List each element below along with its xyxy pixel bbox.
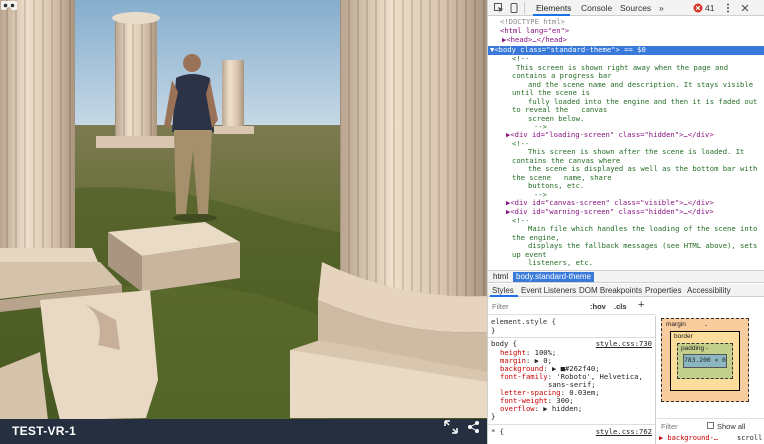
more-options-icon[interactable]: [723, 3, 733, 13]
styles-filter-input[interactable]: Filter: [492, 302, 509, 311]
dom-line[interactable]: to reveal the canvas: [512, 105, 607, 114]
error-count: 41: [705, 3, 715, 13]
dom-line[interactable]: Main file which handles the loading of t…: [528, 224, 757, 233]
dom-line[interactable]: <!--: [512, 54, 529, 63]
styles-subtabs: Styles Event Listeners DOM Breakpoints P…: [488, 284, 764, 297]
computed-filter-input[interactable]: Filter: [661, 422, 678, 431]
devtools-tabbar: Elements Console Sources » 41: [488, 0, 764, 16]
bottom-bar: TEST-VR-1: [0, 419, 487, 444]
dom-line[interactable]: displays the fallback messages (see HTML…: [528, 241, 757, 250]
dom-line[interactable]: ▶<head>…</head>: [502, 35, 567, 44]
tab-dom-breakpoints[interactable]: DOM Breakpoints: [579, 286, 642, 295]
styles-filter-row: Filter :hov .cls +: [488, 298, 656, 315]
show-all-label: Show all: [717, 422, 746, 431]
show-all-checkbox[interactable]: [707, 422, 714, 429]
element-style-selector[interactable]: element.style {: [491, 317, 556, 326]
tab-sources[interactable]: Sources: [620, 3, 651, 13]
computed-filter-row: Filter Show all: [657, 418, 764, 432]
error-icon[interactable]: [693, 3, 703, 13]
breadcrumb-body[interactable]: body.standard-theme: [513, 272, 595, 282]
breadcrumb: html body.standard-theme: [488, 270, 764, 283]
dom-line[interactable]: <!--: [512, 216, 529, 225]
dom-line-body[interactable]: ▼<body class="standard-theme"> == $0: [490, 45, 646, 54]
dom-line[interactable]: until the scene is: [512, 88, 590, 97]
inspect-element-icon[interactable]: [494, 3, 504, 13]
tab-more[interactable]: »: [659, 3, 664, 13]
tab-properties[interactable]: Properties: [645, 286, 681, 295]
universal-rule-source-link[interactable]: style.css:762: [596, 427, 652, 436]
dom-line[interactable]: <!--: [512, 139, 529, 148]
box-model-pane: margin - border padding - 783.200 × 0 Fi…: [657, 298, 764, 444]
breadcrumb-html[interactable]: html: [490, 272, 511, 282]
dom-line[interactable]: contains a progress bar: [512, 71, 612, 80]
computed-value: scroll: [737, 434, 763, 442]
close-devtools-icon[interactable]: [740, 3, 750, 13]
box-model-padding: padding - 783.200 × 0: [677, 343, 733, 379]
dom-line[interactable]: ▶<div id="loading-screen" class="hidden"…: [506, 130, 714, 139]
computed-property[interactable]: ▶ background-…: [659, 434, 718, 442]
vr-goggles-icon[interactable]: [0, 0, 18, 12]
dom-line[interactable]: buttons, etc.: [528, 181, 584, 190]
scene-canvas[interactable]: TEST-VR-1: [0, 0, 487, 444]
device-toolbar-icon[interactable]: [509, 3, 519, 13]
box-model-margin: margin - border padding - 783.200 × 0: [661, 318, 749, 402]
dom-line[interactable]: -->: [534, 266, 547, 269]
active-subtab-indicator: [490, 295, 518, 297]
tab-styles[interactable]: Styles: [492, 286, 514, 295]
hov-button[interactable]: :hov: [590, 302, 606, 311]
tab-elements[interactable]: Elements: [536, 3, 571, 13]
share-icon[interactable]: [466, 419, 482, 435]
new-rule-button[interactable]: +: [638, 299, 644, 311]
dom-line[interactable]: <html lang="en">: [500, 26, 569, 35]
element-style-close: }: [491, 326, 496, 335]
tab-event-listeners[interactable]: Event Listeners: [521, 286, 576, 295]
scene-name: TEST-VR-1: [12, 424, 77, 438]
fullscreen-icon[interactable]: [443, 419, 459, 435]
universal-rule-selector[interactable]: * {: [491, 427, 504, 436]
box-model-border: border padding - 783.200 × 0: [670, 331, 740, 391]
scene-render: [0, 0, 487, 425]
dom-line[interactable]: the scene is displayed as well as the bo…: [528, 164, 757, 173]
dom-tree[interactable]: <!DOCTYPE html> <html lang="en"> ▶<head>…: [488, 17, 764, 269]
body-rule-source-link[interactable]: style.css:730: [596, 339, 652, 348]
dom-line[interactable]: This screen is shown after the scene is …: [528, 147, 744, 156]
css-declaration: overflow: ▶ hidden;: [500, 404, 583, 413]
tab-accessibility[interactable]: Accessibility: [687, 286, 731, 295]
body-rule-close: }: [491, 412, 496, 421]
tab-console[interactable]: Console: [581, 3, 612, 13]
active-tab-indicator: [533, 14, 570, 16]
dom-line[interactable]: <!DOCTYPE html>: [500, 17, 565, 26]
dom-line[interactable]: ▶<div id="warning-screen" class="hidden"…: [506, 207, 714, 216]
devtools-panel: Elements Console Sources » 41 <!DOCTYPE …: [487, 0, 764, 444]
dom-line[interactable]: ▶<div id="canvas-screen" class="visible"…: [506, 198, 714, 207]
box-model-content: 783.200 × 0: [683, 354, 727, 368]
styles-pane[interactable]: element.style { } body { style.css:730 h…: [488, 316, 656, 444]
cls-button[interactable]: .cls: [614, 302, 627, 311]
